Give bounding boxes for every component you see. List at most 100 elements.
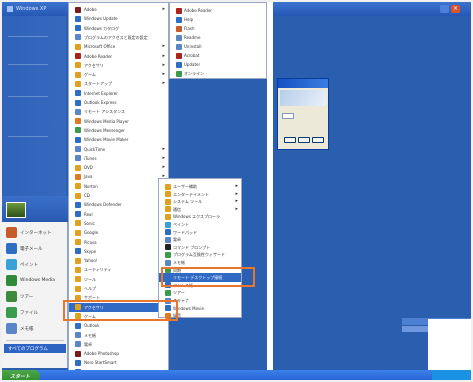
menu-item-label: Windows Movie Maker: [84, 137, 129, 143]
program-menu-item[interactable]: リモート アシスタンス: [69, 107, 168, 116]
program-menu-item[interactable]: スタートアップ ▸: [69, 79, 168, 88]
program-submenu: Adobe Reader Help Flash Readme Uninstall Acro…: [169, 2, 267, 79]
program-icon: [75, 229, 81, 236]
window-title: Windows XP: [16, 6, 47, 12]
dialog-button[interactable]: [284, 137, 296, 143]
program-menu-item[interactable]: プログラムのアクセスと既定の設定: [69, 33, 168, 42]
submenu-item[interactable]: Uninstall: [170, 42, 266, 51]
program-menu-item[interactable]: Internet Explorer: [69, 89, 168, 98]
program-menu-item[interactable]: Adobe ▸: [69, 5, 168, 14]
program-icon: [75, 183, 81, 190]
program-menu-item[interactable]: Skype▸: [69, 247, 168, 256]
program-menu-item[interactable]: Nero StartSmart: [69, 358, 168, 367]
program-icon: [75, 266, 81, 273]
program-menu-item[interactable]: Windows Update: [69, 14, 168, 23]
dialog-button[interactable]: [312, 137, 324, 143]
menu-item-label: ファイル: [20, 311, 38, 316]
program-menu-item[interactable]: Windows カタログ: [69, 24, 168, 33]
submenu-item[interactable]: Adobe Reader: [170, 6, 266, 15]
submenu-item[interactable]: Flash: [170, 24, 266, 33]
program-icon: [75, 15, 81, 22]
menu-item-label: Windows カタログ: [84, 25, 120, 31]
program-menu-item[interactable]: Microsoft Office ▸: [69, 42, 168, 51]
program-icon: [176, 52, 182, 59]
accessories-submenu: ユーザー補助 ▸ エンターテイメント ▸ システム ツール ▸ 通信 ▸ Windows エクス…: [158, 178, 242, 319]
program-icon: [176, 43, 182, 50]
menu-item-label: Skype: [84, 248, 97, 254]
start-menu-item[interactable]: Windows Media: [6, 274, 66, 288]
taskbar: スタート: [2, 370, 471, 382]
user-avatar[interactable]: [6, 202, 26, 218]
program-menu-item[interactable]: Google▸: [69, 228, 168, 237]
submenu-item[interactable]: Help: [170, 15, 266, 24]
submenu-item[interactable]: Readme: [170, 33, 266, 42]
system-tray[interactable]: [432, 370, 471, 382]
program-menu-item[interactable]: Norton▸: [69, 182, 168, 191]
program-icon: [75, 146, 81, 152]
program-menu-item[interactable]: アクセサリ ▸: [69, 61, 168, 70]
program-menu-item[interactable]: Adobe Photoshop: [69, 349, 168, 358]
menu-item-label: Norton: [84, 183, 98, 189]
program-menu-item[interactable]: Outlook Express: [69, 98, 168, 107]
program-menu-item[interactable]: メモ帳: [69, 331, 168, 340]
dialog-input[interactable]: [282, 113, 294, 119]
program-icon: [176, 70, 182, 77]
close-button[interactable]: ×: [451, 5, 460, 13]
program-icon: [75, 136, 81, 143]
menu-item-label: Acrobat: [184, 53, 200, 58]
program-menu-item[interactable]: Windows Movie Maker: [69, 135, 168, 144]
start-menu-item[interactable]: ファイル: [6, 306, 66, 320]
menu-item-label: Internet Explorer: [84, 90, 118, 96]
program-menu-item[interactable]: ツール▸: [69, 275, 168, 284]
background-dialog[interactable]: [277, 78, 329, 150]
start-menu-item[interactable]: 電子メール: [6, 242, 66, 256]
submenu-item[interactable]: オンライン: [170, 69, 266, 78]
program-menu-item[interactable]: Windows Media Player: [69, 117, 168, 126]
menu-item-label: 電卓: [84, 341, 92, 347]
program-menu-item[interactable]: DVD ▸: [69, 163, 168, 172]
program-menu-item[interactable]: Windows Defender▸: [69, 200, 168, 209]
program-menu-item[interactable]: CD▸: [69, 191, 168, 200]
program-icon: [165, 183, 171, 190]
program-menu-item[interactable]: Picasa▸: [69, 238, 168, 247]
program-menu-item[interactable]: Real▸: [69, 210, 168, 219]
left-desktop-strip: [2, 16, 66, 201]
minimize-button[interactable]: [440, 5, 449, 13]
program-menu-item[interactable]: Yahoo!▸: [69, 256, 168, 265]
all-programs-button[interactable]: すべてのプログラム: [4, 344, 66, 353]
menu-item-label: アクセサリ: [84, 62, 104, 68]
program-menu-item[interactable]: Sonic▸: [69, 219, 168, 228]
chevron-right-icon: ▸: [162, 6, 165, 12]
program-menu-item[interactable]: 電卓: [69, 340, 168, 349]
program-menu-item[interactable]: iTunes ▸: [69, 154, 168, 163]
menu-item-label: Real: [84, 211, 93, 217]
program-icon: [75, 350, 81, 357]
menu-item-label: Updater: [184, 62, 201, 67]
start-button[interactable]: スタート: [2, 370, 40, 382]
dialog-button[interactable]: [298, 137, 310, 143]
program-menu-item[interactable]: Java ▸: [69, 172, 168, 181]
chevron-right-icon: ▸: [235, 205, 238, 212]
start-menu-item[interactable]: メモ帳: [6, 322, 66, 336]
program-menu-item[interactable]: ヘルプ▸: [69, 284, 168, 293]
start-menu-item[interactable]: ツアー: [6, 290, 66, 304]
program-menu-item[interactable]: Outlook: [69, 321, 168, 330]
start-menu-item[interactable]: ペイント: [6, 258, 66, 272]
program-menu-item[interactable]: ユーティリティ▸: [69, 265, 168, 274]
menu-item-label: ツアー: [20, 295, 34, 300]
submenu-item[interactable]: Acrobat: [170, 51, 266, 60]
program-menu-item[interactable]: ゲーム ▸: [69, 70, 168, 79]
background-window-edge: [267, 2, 273, 370]
program-icon: [75, 53, 81, 59]
program-menu-item[interactable]: QuickTime ▸: [69, 145, 168, 154]
program-icon: [6, 307, 17, 318]
program-menu-item[interactable]: Adobe Reader ▸: [69, 52, 168, 61]
program-icon: [176, 7, 182, 14]
program-menu-item[interactable]: Windows Messenger: [69, 126, 168, 135]
dialog-titlebar[interactable]: [278, 79, 328, 88]
program-icon: [75, 155, 81, 162]
submenu-item[interactable]: Updater: [170, 60, 266, 69]
start-menu-item[interactable]: インターネット: [6, 226, 66, 240]
menu-item-label: Uninstall: [184, 44, 202, 49]
menu-item-label: Help: [184, 17, 194, 22]
